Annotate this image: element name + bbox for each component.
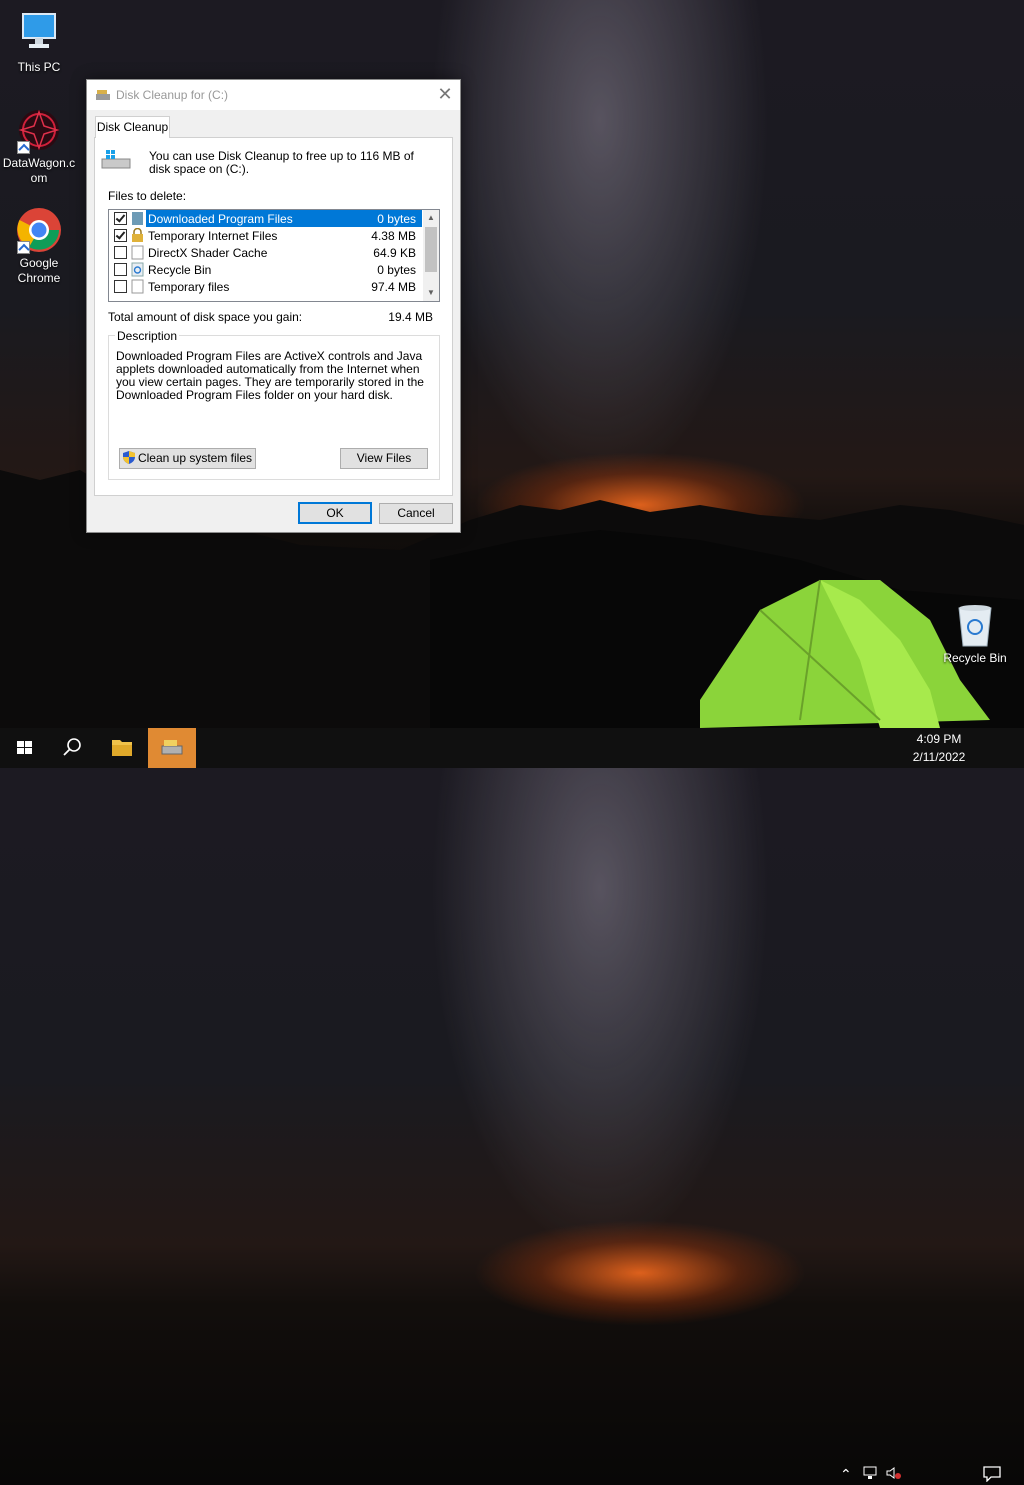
file-size: 0 bytes [377, 263, 416, 277]
chrome-icon [15, 206, 63, 254]
file-name: DirectX Shader Cache [148, 246, 268, 260]
recycle-bin-icon [958, 605, 992, 647]
list-item[interactable]: Recycle Bin 0 bytes [109, 261, 422, 278]
file-size: 0 bytes [377, 212, 416, 226]
network-icon[interactable] [863, 1466, 879, 1483]
checkbox[interactable] [114, 229, 127, 242]
desktop-icon-label: DataWagon.com [2, 156, 76, 185]
disk-cleanup-icon [96, 90, 110, 100]
desktop-icon-label: Recycle Bin [943, 651, 1007, 665]
desktop-icon-label: Google Chrome [17, 256, 61, 285]
notifications-icon[interactable] [983, 1466, 1001, 1485]
file-icon [131, 245, 144, 260]
show-hidden-icons-button[interactable]: ⌃ [840, 1466, 852, 1483]
desktop-icon-this-pc[interactable]: This PC [1, 10, 77, 75]
cancel-button[interactable]: Cancel [379, 503, 453, 524]
shortcut-arrow-icon [17, 241, 30, 254]
file-size: 64.9 KB [373, 246, 416, 260]
drive-icon [101, 150, 131, 169]
tab-disk-cleanup[interactable]: Disk Cleanup [95, 116, 170, 138]
taskbar-disk-cleanup[interactable] [148, 728, 196, 768]
start-button[interactable] [0, 728, 48, 768]
disk-cleanup-icon [161, 740, 183, 755]
disk-gain-value: 19.4 MB [388, 310, 433, 324]
datawagon-icon [15, 106, 63, 154]
desktop-icon-label: This PC [17, 60, 61, 74]
desktop-icon-chrome[interactable]: Google Chrome [1, 206, 77, 286]
file-size: 4.38 MB [371, 229, 416, 243]
ok-button[interactable]: OK [298, 502, 372, 524]
clean-up-system-files-label: Clean up system files [137, 451, 253, 465]
checkbox[interactable] [114, 246, 127, 259]
volume-muted-icon[interactable] [886, 1466, 902, 1483]
checkbox[interactable] [114, 212, 127, 225]
disk-cleanup-dialog: Disk Cleanup for (C:) ✕ Disk Cleanup You… [86, 79, 461, 533]
list-item[interactable]: Temporary Internet Files 4.38 MB [109, 227, 422, 244]
description-text: Downloaded Program Files are ActiveX con… [116, 349, 424, 402]
file-name: Temporary Internet Files [148, 229, 278, 243]
description-title: Description [115, 329, 180, 343]
scroll-thumb[interactable] [425, 227, 437, 272]
view-files-button[interactable]: View Files [340, 448, 428, 469]
clock-date[interactable]: 2/11/2022 [903, 750, 975, 764]
downloaded-files-icon [132, 212, 143, 225]
scroll-down-button[interactable]: ▼ [423, 285, 439, 301]
dialog-title: Disk Cleanup for (C:) [116, 88, 229, 102]
disk-gain-label: Total amount of disk space you gain: [108, 310, 303, 324]
search-icon [63, 738, 81, 756]
computer-icon [15, 10, 63, 58]
taskbar-file-explorer[interactable] [98, 728, 146, 768]
vertical-scrollbar[interactable]: ▲ ▼ [423, 210, 439, 301]
file-name: Recycle Bin [148, 263, 212, 277]
desktop-icon-datawagon[interactable]: DataWagon.com [1, 106, 77, 186]
hint-text: You can use Disk Cleanup to free up to 1… [149, 149, 414, 176]
clock-time[interactable]: 4:09 PM [903, 732, 975, 746]
files-to-delete-label: Files to delete: [108, 189, 187, 203]
clean-up-system-files-button[interactable]: Clean up system files [119, 448, 256, 469]
lock-icon [132, 228, 143, 242]
desktop-icon-recycle-bin[interactable]: Recycle Bin [941, 602, 1009, 665]
file-size: 97.4 MB [371, 280, 416, 294]
title-bar[interactable]: Disk Cleanup for (C:) ✕ [87, 80, 460, 110]
uac-shield-icon [122, 451, 135, 464]
taskbar: ⌃ [0, 728, 1024, 1483]
shortcut-arrow-icon [17, 141, 30, 154]
files-list[interactable]: Downloaded Program Files 0 bytes Tempora… [108, 209, 440, 302]
scroll-up-button[interactable]: ▲ [423, 210, 439, 226]
checkbox[interactable] [114, 263, 127, 276]
file-name: Temporary files [148, 280, 230, 294]
windows-logo-icon [17, 741, 32, 754]
list-item[interactable]: DirectX Shader Cache 64.9 KB [109, 244, 422, 261]
file-icon [131, 279, 144, 294]
close-button[interactable]: ✕ [430, 80, 460, 110]
list-item[interactable]: Temporary files 97.4 MB [109, 278, 422, 295]
list-item[interactable]: Downloaded Program Files 0 bytes [109, 210, 422, 227]
folder-icon [112, 740, 132, 756]
file-name: Downloaded Program Files [148, 212, 293, 226]
recycle-bin-icon [131, 262, 144, 277]
checkbox[interactable] [114, 280, 127, 293]
search-button[interactable] [48, 728, 96, 768]
